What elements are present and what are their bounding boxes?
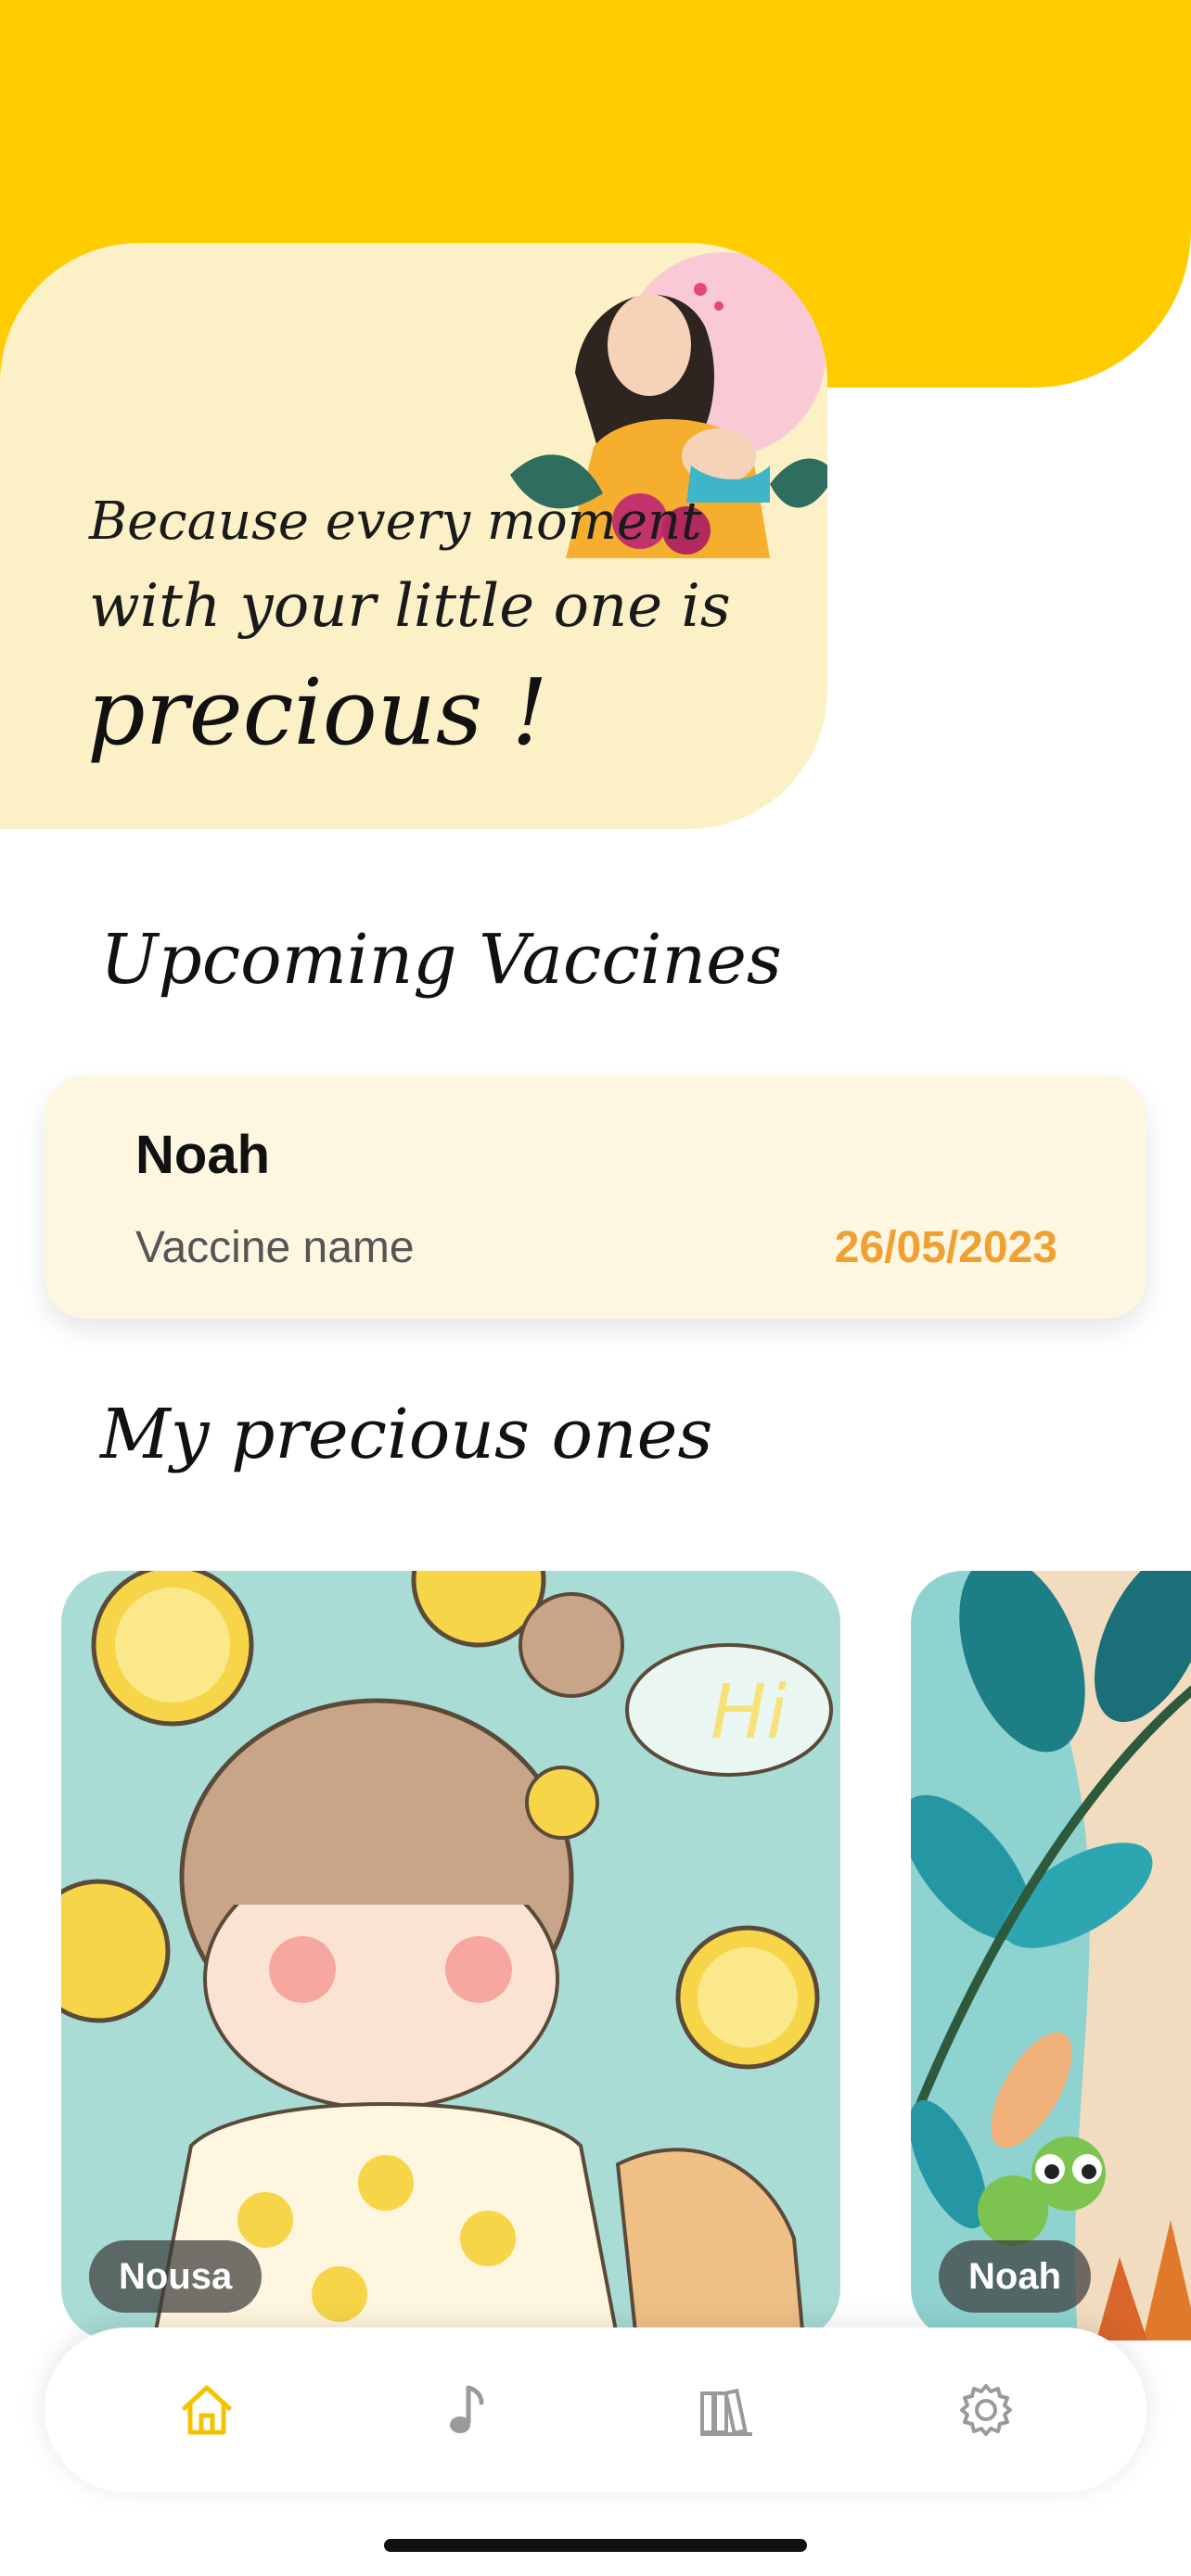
child-illustration-noah [911, 1571, 1191, 2340]
upcoming-vaccines-title: Upcoming Vaccines [100, 920, 782, 1000]
library-icon [700, 2388, 752, 2436]
hero-text-line3: precious ! [87, 660, 548, 766]
tab-settings[interactable] [944, 2368, 1028, 2452]
music-icon [450, 2385, 484, 2433]
vaccine-name: Vaccine name [135, 1223, 415, 1272]
hero-text-line1: Because every moment [89, 491, 702, 552]
child-name-label: Nousa [89, 2240, 263, 2313]
tab-library[interactable] [685, 2368, 768, 2452]
vaccine-child-name: Noah [135, 1125, 270, 1185]
child-illustration-nousa: Hi [61, 1571, 840, 2340]
bottom-tab-bar [45, 2327, 1146, 2493]
svg-text:Hi: Hi [711, 1669, 787, 1755]
hero-text-line2: with your little one is [89, 572, 731, 641]
vaccine-card[interactable]: Noah Vaccine name 26/05/2023 [45, 1076, 1146, 1319]
settings-icon [960, 2384, 1012, 2436]
child-name-label: Noah [939, 2240, 1091, 2313]
home-icon [182, 2385, 232, 2435]
hero-banner: Because every moment with your little on… [0, 243, 827, 829]
vaccine-date: 26/05/2023 [834, 1223, 1057, 1272]
tab-music[interactable] [425, 2368, 508, 2452]
home-indicator[interactable] [384, 2539, 807, 2552]
child-card-nousa[interactable]: Hi Nousa [61, 1571, 840, 2340]
precious-ones-title: My precious ones [100, 1395, 713, 1474]
tab-home[interactable] [165, 2368, 249, 2452]
child-card-noah[interactable]: Noah [911, 1571, 1191, 2340]
